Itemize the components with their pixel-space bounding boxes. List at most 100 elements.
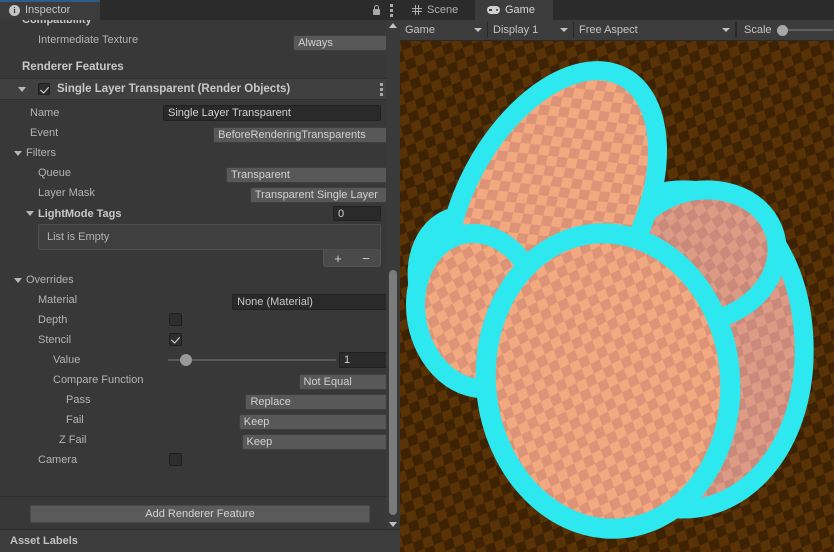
- pass-label: Pass: [66, 394, 91, 406]
- row-intermediate-texture: Intermediate Texture Always: [8, 29, 386, 51]
- row-camera: Camera: [8, 450, 386, 470]
- game-toolbar: Game Display 1 Free Aspect Scale: [400, 20, 834, 41]
- inspector-scroll-area: Compatibility Intermediate Texture Alway…: [0, 20, 386, 530]
- scroll-up-arrow-icon[interactable]: [389, 23, 397, 28]
- game-target-dropdown[interactable]: Game: [400, 22, 488, 38]
- overrides-foldout-icon[interactable]: [14, 278, 22, 283]
- row-fail: Fail Keep: [8, 410, 386, 430]
- lightmode-tags-count-input[interactable]: 0: [333, 206, 381, 221]
- scroll-down-arrow-icon[interactable]: [389, 522, 397, 527]
- stencil-checkbox[interactable]: [169, 333, 182, 346]
- camera-label: Camera: [38, 454, 78, 466]
- value-number: 1: [344, 354, 351, 366]
- lightmode-foldout-icon[interactable]: [26, 211, 34, 216]
- tab-game[interactable]: Game: [475, 0, 553, 20]
- layer-mask-dropdown[interactable]: Transparent Single Layer: [249, 187, 386, 203]
- name-input[interactable]: Single Layer Transparent: [163, 105, 381, 121]
- row-name: Name Single Layer Transparent: [8, 103, 386, 123]
- display-dropdown[interactable]: Display 1: [488, 22, 574, 38]
- scale-slider[interactable]: [776, 24, 833, 36]
- slider-track: [168, 359, 336, 361]
- row-queue: Queue Transparent: [8, 163, 386, 183]
- row-stencil: Stencil: [8, 330, 386, 350]
- tab-inspector[interactable]: i Inspector: [0, 0, 100, 20]
- layer-mask-value: Transparent Single Layer: [254, 189, 378, 201]
- foldout-arrow-icon[interactable]: [18, 87, 26, 92]
- feature-enabled-checkbox[interactable]: [38, 83, 50, 95]
- add-feature-container: Add Renderer Feature: [8, 505, 386, 527]
- event-dropdown[interactable]: BeforeRenderingTransparents: [213, 127, 386, 143]
- stencil-label: Stencil: [38, 334, 72, 346]
- depth-checkbox[interactable]: [169, 313, 182, 326]
- compatibility-label: Compatibility: [8, 20, 92, 26]
- material-object-field[interactable]: None (Material): [232, 294, 386, 310]
- row-filters[interactable]: Filters: [8, 143, 386, 163]
- inspector-panel: i Inspector Compatibility Intermediate T…: [0, 0, 400, 552]
- scale-slider-knob[interactable]: [776, 25, 788, 36]
- intermediate-texture-label: Intermediate Texture: [38, 33, 139, 46]
- row-layer-mask: Layer Mask Transparent Single Layer: [8, 183, 386, 203]
- lightmode-tags-count: 0: [338, 207, 345, 220]
- gamepad-icon: [487, 6, 500, 14]
- list-remove-button[interactable]: −: [362, 251, 370, 266]
- tab-scene-label: Scene: [427, 4, 459, 16]
- zfail-value: Keep: [246, 436, 273, 448]
- slider-knob[interactable]: [180, 354, 192, 366]
- compare-function-value: Not Equal: [303, 376, 352, 388]
- queue-dropdown[interactable]: Transparent: [226, 167, 386, 183]
- value-label: Value: [53, 354, 81, 366]
- scrollbar-thumb[interactable]: [389, 270, 397, 515]
- kebab-menu-icon[interactable]: [390, 3, 393, 17]
- tab-accent-bar: [0, 0, 100, 2]
- tab-scene[interactable]: Scene: [400, 0, 475, 20]
- row-pass: Pass Replace: [8, 390, 386, 410]
- inspector-header-actions: [372, 0, 396, 20]
- game-render-output: [400, 41, 834, 552]
- tab-game-label: Game: [505, 4, 535, 16]
- zfail-dropdown[interactable]: Keep: [241, 434, 386, 450]
- chevron-down-icon: [474, 28, 482, 32]
- inspector-tabstrip: i Inspector: [0, 0, 400, 20]
- pass-dropdown[interactable]: Replace: [245, 394, 386, 410]
- fail-label: Fail: [66, 414, 84, 426]
- add-renderer-feature-button[interactable]: Add Renderer Feature: [30, 505, 370, 523]
- renderer-features-header: Renderer Features: [22, 61, 124, 73]
- add-renderer-feature-label: Add Renderer Feature: [145, 508, 255, 520]
- scale-slider-group[interactable]: Scale: [736, 22, 834, 38]
- lightmode-list-footer: + −: [323, 250, 381, 267]
- inspector-scrollbar[interactable]: [386, 20, 400, 530]
- row-zfail: Z Fail Keep: [8, 430, 386, 450]
- compare-function-label: Compare Function: [53, 374, 144, 386]
- game-target-value: Game: [405, 24, 435, 36]
- row-event: Event BeforeRenderingTransparents: [8, 123, 386, 143]
- intermediate-texture-dropdown[interactable]: Always: [293, 34, 386, 51]
- row-lightmode-tags[interactable]: LightMode Tags 0: [8, 203, 386, 224]
- feature-kebab-menu-icon[interactable]: [380, 83, 383, 96]
- value-number-input[interactable]: 1: [339, 352, 386, 368]
- filters-foldout-icon[interactable]: [14, 151, 22, 156]
- event-value: BeforeRenderingTransparents: [218, 129, 366, 141]
- queue-value: Transparent: [231, 169, 290, 181]
- game-tabstrip: Scene Game: [400, 0, 834, 20]
- asset-labels-title: Asset Labels: [10, 535, 78, 547]
- value-slider[interactable]: [168, 353, 336, 367]
- aspect-dropdown[interactable]: Free Aspect: [574, 22, 736, 38]
- game-panel: Scene Game Game Display 1 Free Aspect Sc…: [400, 0, 834, 552]
- compare-function-dropdown[interactable]: Not Equal: [298, 374, 386, 390]
- fail-dropdown[interactable]: Keep: [238, 414, 386, 430]
- name-value: Single Layer Transparent: [168, 107, 291, 119]
- lightmode-list[interactable]: List is Empty: [38, 224, 381, 250]
- list-add-button[interactable]: +: [334, 251, 342, 266]
- game-viewport[interactable]: [400, 41, 834, 552]
- renderer-feature-header[interactable]: Single Layer Transparent (Render Objects…: [0, 79, 386, 99]
- lock-icon[interactable]: [372, 4, 381, 16]
- material-label: Material: [38, 294, 78, 306]
- material-value: None (Material): [237, 296, 313, 308]
- chevron-down-icon: [722, 28, 730, 32]
- asset-labels-bar[interactable]: Asset Labels: [0, 529, 400, 552]
- row-renderer-features-header: Renderer Features: [8, 56, 386, 78]
- tab-inspector-label: Inspector: [25, 4, 71, 16]
- row-value: Value 1: [8, 350, 386, 370]
- camera-checkbox[interactable]: [169, 453, 182, 466]
- row-overrides[interactable]: Overrides: [8, 270, 386, 290]
